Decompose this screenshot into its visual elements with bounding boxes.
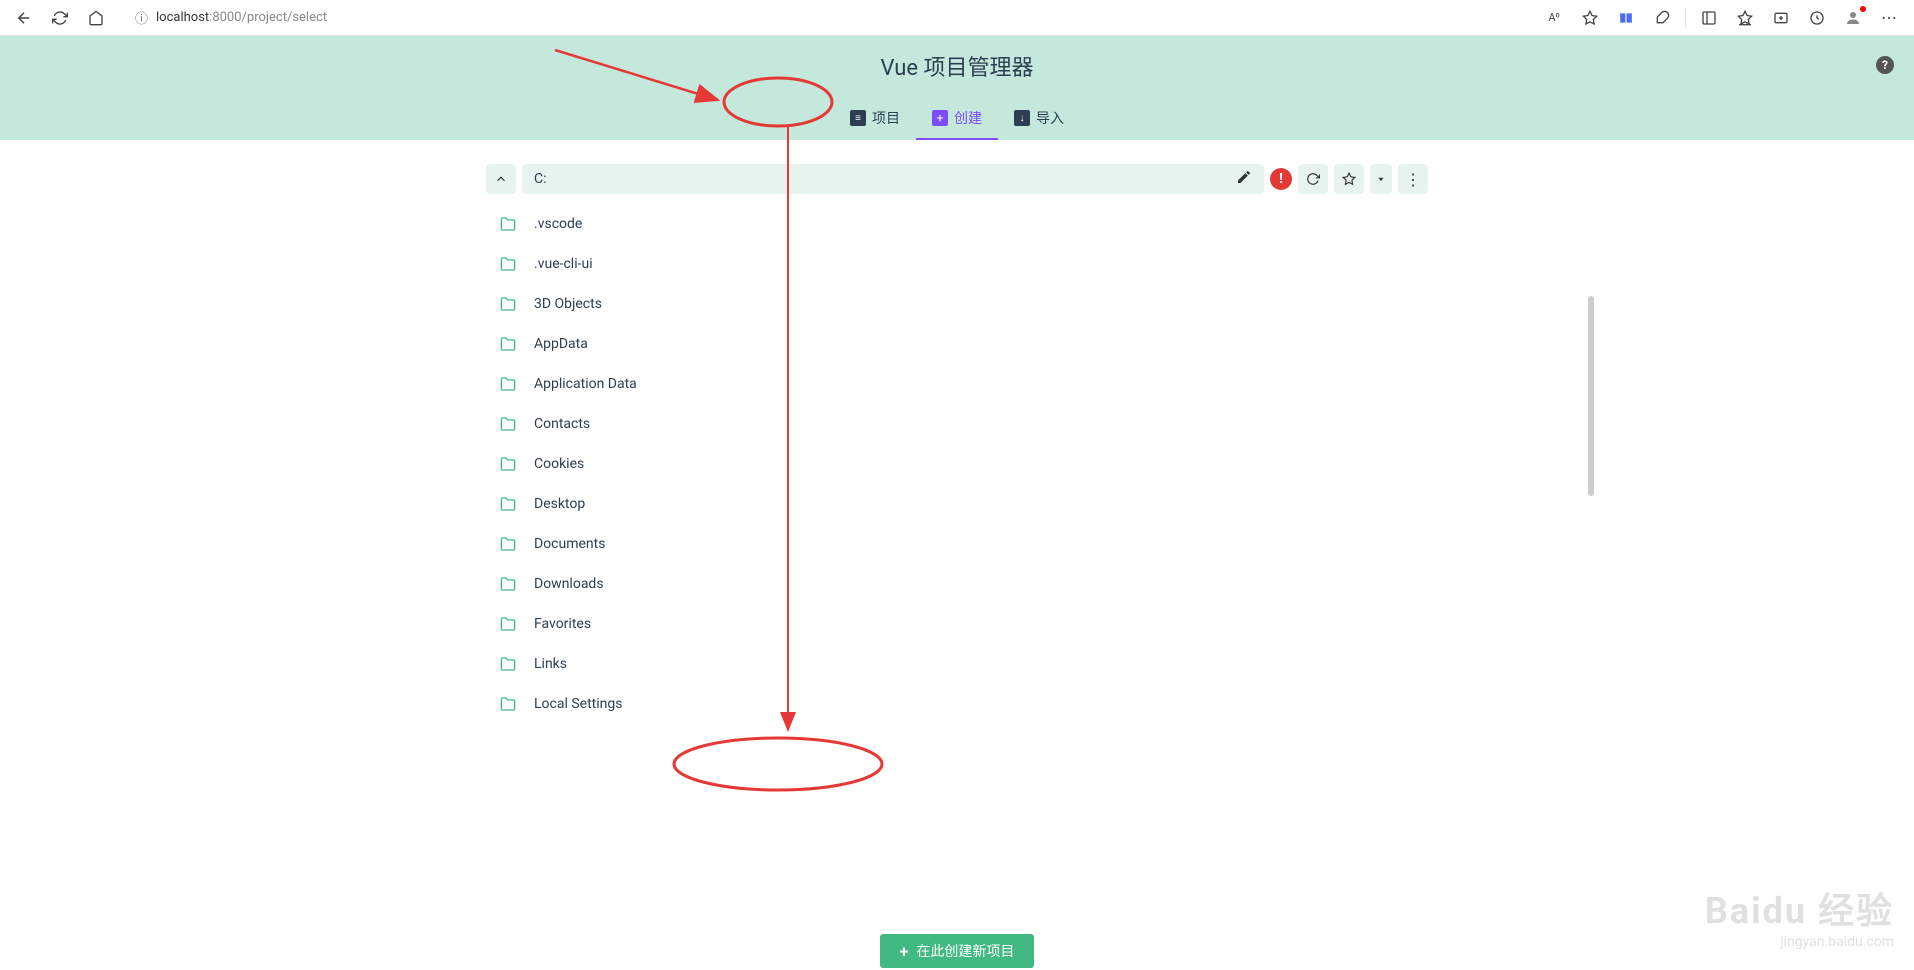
folder-icon bbox=[498, 456, 518, 472]
split-screen-button[interactable] bbox=[1609, 2, 1643, 34]
folder-item[interactable]: Desktop bbox=[486, 484, 1428, 524]
toolbar-divider bbox=[1685, 8, 1686, 28]
folder-name: .vscode bbox=[534, 216, 582, 232]
content-area: C: ! ⋮ .vscode .vue-cli-ui 3D Objects AppDa… bbox=[0, 140, 1914, 764]
folder-name: Links bbox=[534, 656, 567, 672]
folder-item[interactable]: Local Settings bbox=[486, 684, 1428, 724]
folder-name: Contacts bbox=[534, 416, 590, 432]
reload-button[interactable] bbox=[44, 2, 76, 34]
folder-item[interactable]: AppData bbox=[486, 324, 1428, 364]
folder-icon bbox=[498, 256, 518, 272]
tab-import[interactable]: ↓ 导入 bbox=[998, 100, 1080, 140]
sidebar-button[interactable] bbox=[1692, 2, 1726, 34]
more-button[interactable]: ⋯ bbox=[1872, 2, 1906, 34]
address-bar[interactable]: ⓘ localhost:8000/project/select bbox=[124, 4, 1525, 32]
plus-icon: + bbox=[900, 942, 909, 961]
folder-icon bbox=[498, 536, 518, 552]
folder-icon bbox=[498, 576, 518, 592]
folder-name: .vue-cli-ui bbox=[534, 256, 593, 272]
watermark: Baidu 经验 jingyan.baidu.com bbox=[1705, 882, 1894, 950]
site-info-icon[interactable]: ⓘ bbox=[135, 8, 148, 27]
create-button-label: 在此创建新项目 bbox=[916, 941, 1014, 961]
read-aloud-button[interactable]: A⁰ bbox=[1537, 2, 1571, 34]
folder-item[interactable]: Application Data bbox=[486, 364, 1428, 404]
folder-icon bbox=[498, 216, 518, 232]
extensions-button[interactable] bbox=[1645, 2, 1679, 34]
folder-icon bbox=[498, 376, 518, 392]
folder-icon bbox=[498, 336, 518, 352]
folder-name: Application Data bbox=[534, 376, 637, 392]
back-button[interactable] bbox=[8, 2, 40, 34]
favorites-bar-button[interactable] bbox=[1728, 2, 1762, 34]
folder-icon bbox=[498, 616, 518, 632]
tab-projects[interactable]: ≡ 项目 bbox=[834, 100, 916, 140]
folder-item[interactable]: .vue-cli-ui bbox=[486, 244, 1428, 284]
folder-item[interactable]: Downloads bbox=[486, 564, 1428, 604]
app-header: ? Vue 项目管理器 ≡ 项目 + 创建 ↓ 导入 bbox=[0, 36, 1914, 140]
performance-button[interactable] bbox=[1800, 2, 1834, 34]
folder-item[interactable]: Links bbox=[486, 644, 1428, 684]
help-icon[interactable]: ? bbox=[1876, 56, 1894, 74]
page-title: Vue 项目管理器 bbox=[0, 50, 1914, 82]
nav-tabs: ≡ 项目 + 创建 ↓ 导入 bbox=[0, 100, 1914, 140]
current-path: C: bbox=[534, 171, 1230, 187]
refresh-folder-button[interactable] bbox=[1298, 164, 1328, 194]
folder-name: Favorites bbox=[534, 616, 591, 632]
favorite-button[interactable] bbox=[1573, 2, 1607, 34]
edit-path-icon[interactable] bbox=[1236, 169, 1252, 189]
scrollbar-thumb[interactable] bbox=[1588, 296, 1594, 496]
path-toolbar: C: ! ⋮ bbox=[486, 164, 1428, 194]
folder-name: 3D Objects bbox=[534, 296, 602, 312]
folder-icon bbox=[498, 496, 518, 512]
folder-name: Cookies bbox=[534, 456, 584, 472]
favorites-dropdown-button[interactable] bbox=[1370, 164, 1392, 194]
collections-button[interactable] bbox=[1764, 2, 1798, 34]
tab-label: 项目 bbox=[872, 108, 900, 128]
plus-icon: + bbox=[932, 110, 948, 126]
watermark-brand: Baidu 经验 bbox=[1705, 882, 1894, 934]
parent-folder-button[interactable] bbox=[486, 164, 516, 194]
folder-icon bbox=[498, 656, 518, 672]
folder-item[interactable]: 3D Objects bbox=[486, 284, 1428, 324]
import-icon: ↓ bbox=[1014, 110, 1030, 126]
folder-icon bbox=[498, 416, 518, 432]
folder-item[interactable]: Cookies bbox=[486, 444, 1428, 484]
folder-icon bbox=[498, 296, 518, 312]
folder-name: Downloads bbox=[534, 576, 604, 592]
browser-toolbar: ⓘ localhost:8000/project/select A⁰ bbox=[0, 0, 1914, 36]
create-project-button[interactable]: + 在此创建新项目 bbox=[880, 934, 1035, 968]
more-options-button[interactable]: ⋮ bbox=[1398, 164, 1428, 194]
profile-button[interactable] bbox=[1836, 2, 1870, 34]
tab-label: 导入 bbox=[1036, 108, 1064, 128]
browser-right-toolbar: A⁰ ⋯ bbox=[1537, 2, 1906, 34]
url-text: localhost:8000/project/select bbox=[156, 10, 327, 25]
error-indicator-icon[interactable]: ! bbox=[1270, 168, 1292, 190]
folder-name: Desktop bbox=[534, 496, 585, 512]
tab-create[interactable]: + 创建 bbox=[916, 100, 998, 140]
folder-list: .vscode .vue-cli-ui 3D Objects AppData Appli… bbox=[486, 204, 1428, 764]
home-button[interactable] bbox=[80, 2, 112, 34]
watermark-url: jingyan.baidu.com bbox=[1705, 934, 1894, 950]
favorite-folder-button[interactable] bbox=[1334, 164, 1364, 194]
folder-item[interactable]: Contacts bbox=[486, 404, 1428, 444]
folder-item[interactable]: Favorites bbox=[486, 604, 1428, 644]
bottom-bar: + 在此创建新项目 bbox=[0, 930, 1914, 970]
folder-item[interactable]: .vscode bbox=[486, 204, 1428, 244]
folder-name: Local Settings bbox=[534, 696, 622, 712]
list-icon: ≡ bbox=[850, 110, 866, 126]
folder-icon bbox=[498, 696, 518, 712]
folder-item[interactable]: Documents bbox=[486, 524, 1428, 564]
path-input[interactable]: C: bbox=[522, 164, 1264, 194]
tab-label: 创建 bbox=[954, 108, 982, 128]
folder-name: Documents bbox=[534, 536, 605, 552]
folder-name: AppData bbox=[534, 336, 588, 352]
